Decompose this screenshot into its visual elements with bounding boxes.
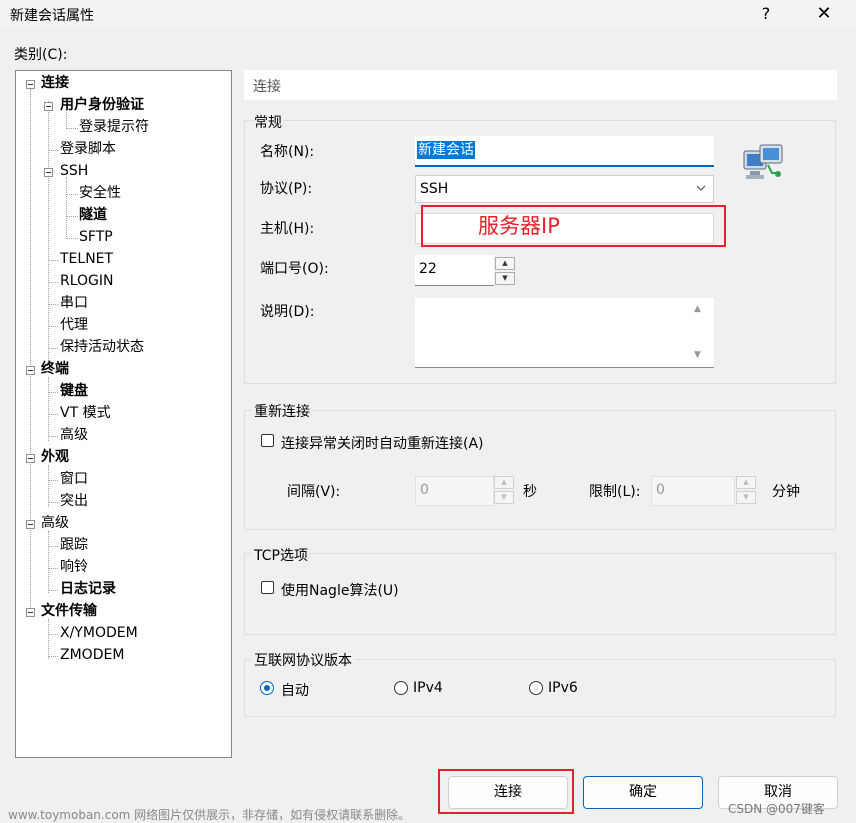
- host-label: 主机(H):: [260, 221, 315, 237]
- title-bar: 新建会话属性 ? ✕: [0, 0, 856, 28]
- csdn-credit: CSDN @007键客: [728, 802, 825, 816]
- description-input[interactable]: ▲ ▼: [415, 298, 714, 368]
- tree-item-window[interactable]: 窗口: [60, 469, 88, 489]
- tree-item-bell[interactable]: 响铃: [60, 557, 88, 577]
- scroll-down-icon[interactable]: ▼: [694, 350, 701, 360]
- reconnect-checkbox[interactable]: [261, 434, 274, 447]
- scroll-up-icon[interactable]: ▲: [694, 304, 701, 314]
- tree-item-rlogin[interactable]: RLOGIN: [60, 271, 114, 291]
- host-highlight-box: [421, 205, 726, 247]
- limit-input[interactable]: 0: [651, 476, 735, 506]
- ip-version-group-title: 互联网协议版本: [252, 650, 354, 670]
- name-label: 名称(N):: [260, 144, 315, 160]
- help-button[interactable]: ?: [748, 0, 784, 28]
- limit-spin-up-icon[interactable]: ▲: [736, 476, 756, 489]
- tree-item-xymodem[interactable]: X/YMODEM: [60, 623, 138, 643]
- panel-header: [244, 70, 837, 100]
- port-input[interactable]: 22: [415, 255, 494, 286]
- interval-spin-down-icon[interactable]: ▼: [494, 491, 514, 504]
- radio-auto[interactable]: [260, 681, 274, 695]
- tree-item-zmodem[interactable]: ZMODEM: [60, 645, 124, 665]
- interval-unit: 秒: [523, 484, 537, 500]
- collapse-icon[interactable]: [26, 454, 35, 463]
- category-tree[interactable]: 连接 用户身份验证 登录提示符 登录脚本 SSH 安全性 隧道 SFTP TEL…: [15, 70, 232, 758]
- tcp-group-title: TCP选项: [252, 545, 310, 565]
- tree-item-user-auth[interactable]: 用户身份验证: [60, 95, 144, 115]
- reconnect-checkbox-label[interactable]: 连接异常关闭时自动重新连接(A): [281, 433, 484, 453]
- nagle-checkbox[interactable]: [261, 581, 274, 594]
- interval-input[interactable]: 0: [415, 476, 494, 506]
- watermark-text: www.toymoban.com 网络图片仅供展示，非存储，如有侵权请联系删除。: [8, 808, 411, 822]
- tree-item-keyboard[interactable]: 键盘: [60, 381, 88, 401]
- tree-item-terminal-advanced[interactable]: 高级: [60, 425, 88, 445]
- tree-item-tunnel[interactable]: 隧道: [79, 205, 107, 225]
- tree-item-security[interactable]: 安全性: [79, 183, 121, 203]
- reconnect-group-title: 重新连接: [252, 401, 312, 421]
- tree-item-connection[interactable]: 连接: [41, 73, 69, 93]
- close-icon[interactable]: ✕: [800, 0, 848, 28]
- tree-item-file-transfer[interactable]: 文件传输: [41, 601, 97, 621]
- name-input[interactable]: 新建会话: [415, 136, 714, 167]
- window-title: 新建会话属性: [10, 8, 94, 24]
- tree-item-serial[interactable]: 串口: [60, 293, 88, 313]
- radio-ipv4-label[interactable]: IPv4: [413, 680, 443, 696]
- chevron-down-icon: [695, 182, 707, 194]
- interval-label: 间隔(V):: [287, 484, 341, 500]
- name-input-value: 新建会话: [417, 141, 475, 159]
- tree-item-proxy[interactable]: 代理: [60, 315, 88, 335]
- radio-ipv4[interactable]: [394, 681, 408, 695]
- nagle-checkbox-label[interactable]: 使用Nagle算法(U): [281, 580, 399, 600]
- collapse-icon[interactable]: [44, 168, 53, 177]
- limit-label: 限制(L):: [589, 484, 641, 500]
- limit-spin-down-icon[interactable]: ▼: [736, 491, 756, 504]
- tree-item-appearance[interactable]: 外观: [41, 447, 69, 467]
- port-label: 端口号(O):: [260, 261, 329, 277]
- network-computers-icon: [742, 143, 786, 187]
- radio-auto-label[interactable]: 自动: [281, 680, 309, 700]
- protocol-select[interactable]: SSH: [415, 175, 714, 203]
- collapse-icon[interactable]: [26, 80, 35, 89]
- host-annotation: 服务器IP: [478, 214, 560, 238]
- tree-item-telnet[interactable]: TELNET: [60, 249, 113, 269]
- tree-item-login-prompt[interactable]: 登录提示符: [79, 117, 149, 137]
- collapse-icon[interactable]: [26, 366, 35, 375]
- radio-ipv6-label[interactable]: IPv6: [548, 680, 578, 696]
- interval-spin-up-icon[interactable]: ▲: [494, 476, 514, 489]
- connect-button[interactable]: 连接: [448, 776, 568, 809]
- tree-item-logging[interactable]: 日志记录: [60, 579, 116, 599]
- radio-ipv6[interactable]: [529, 681, 543, 695]
- protocol-label: 协议(P):: [260, 181, 313, 197]
- port-value: 22: [419, 261, 437, 277]
- category-label: 类别(C):: [14, 47, 68, 63]
- description-label: 说明(D):: [260, 304, 315, 320]
- protocol-select-value: SSH: [420, 181, 449, 197]
- tree-item-login-script[interactable]: 登录脚本: [60, 139, 116, 159]
- tree-item-sftp[interactable]: SFTP: [79, 227, 113, 247]
- collapse-icon[interactable]: [26, 520, 35, 529]
- port-spin-down-icon[interactable]: ▼: [495, 272, 515, 285]
- tree-item-highlight[interactable]: 突出: [60, 491, 88, 511]
- collapse-icon[interactable]: [44, 102, 53, 111]
- tree-item-advanced[interactable]: 高级: [41, 513, 69, 533]
- interval-value: 0: [420, 482, 429, 498]
- panel-header-title: 连接: [253, 79, 281, 95]
- limit-value: 0: [656, 482, 665, 498]
- tree-item-vt-mode[interactable]: VT 模式: [60, 403, 111, 423]
- port-spin-up-icon[interactable]: ▲: [495, 257, 515, 270]
- general-group-title: 常规: [252, 112, 284, 132]
- tree-item-trace[interactable]: 跟踪: [60, 535, 88, 555]
- limit-unit: 分钟: [772, 484, 800, 500]
- tree-item-terminal[interactable]: 终端: [41, 359, 69, 379]
- ok-button[interactable]: 确定: [583, 776, 703, 809]
- collapse-icon[interactable]: [26, 608, 35, 617]
- tree-item-keepalive[interactable]: 保持活动状态: [60, 337, 144, 357]
- tree-item-ssh[interactable]: SSH: [60, 161, 88, 181]
- reconnect-group: [244, 410, 836, 530]
